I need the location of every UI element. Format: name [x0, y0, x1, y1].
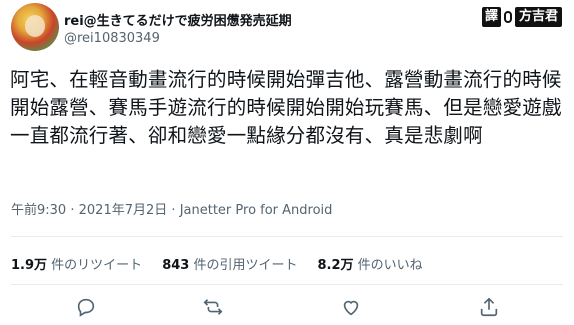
divider — [11, 284, 563, 285]
translator-dot-icon — [504, 11, 513, 23]
tweet-text: 阿宅、在輕音動畫流行的時候開始彈吉他、露營動畫流行的時候開始露營、賽馬手遊流行的… — [10, 68, 562, 147]
likes-count: 8.2万 — [317, 258, 354, 273]
quotes-stat[interactable]: 843 件の引用ツイート — [162, 254, 297, 273]
divider — [11, 236, 563, 237]
quotes-label: 件の引用ツイート — [193, 258, 298, 273]
retweet-button[interactable] — [202, 296, 226, 320]
like-icon — [343, 300, 359, 316]
retweet-icon — [203, 299, 223, 315]
translator-seal: 譯 — [482, 7, 502, 27]
retweets-count: 1.9万 — [11, 258, 48, 273]
tweet-time[interactable]: 午前9:30 — [11, 203, 66, 218]
tweet-header: rei@生きてるだけで疲労困憊発売延期 @rei10830349 譯 方吉君 — [0, 0, 574, 60]
retweets-stat[interactable]: 1.9万 件のリツイート — [11, 254, 142, 273]
share-icon — [480, 297, 498, 317]
tweet-stats: 1.9万 件のリツイート 843 件の引用ツイート 8.2万 件のいいね — [11, 254, 443, 273]
meta-separator: · — [171, 203, 176, 218]
translator-name: 方吉君 — [515, 7, 563, 27]
share-button[interactable] — [478, 296, 502, 320]
tweet-meta: 午前9:30 · 2021年7月2日 · Janetter Pro for An… — [11, 199, 332, 218]
tweet-source[interactable]: Janetter Pro for Android — [180, 203, 333, 218]
retweets-label: 件のリツイート — [51, 258, 143, 273]
display-name[interactable]: rei@生きてるだけで疲労困憊発売延期 — [64, 10, 292, 29]
translator-watermark: 譯 方吉君 — [482, 6, 563, 28]
reply-button[interactable] — [75, 296, 99, 320]
tweet-date[interactable]: 2021年7月2日 — [79, 203, 168, 218]
avatar[interactable] — [11, 3, 59, 51]
action-bar — [0, 296, 574, 324]
reply-icon — [77, 298, 95, 317]
like-button[interactable] — [340, 296, 364, 320]
meta-separator: · — [70, 203, 75, 218]
likes-label: 件のいいね — [357, 258, 423, 273]
likes-stat[interactable]: 8.2万 件のいいね — [317, 254, 422, 273]
quotes-count: 843 — [162, 258, 190, 273]
user-handle[interactable]: @rei10830349 — [64, 31, 160, 46]
